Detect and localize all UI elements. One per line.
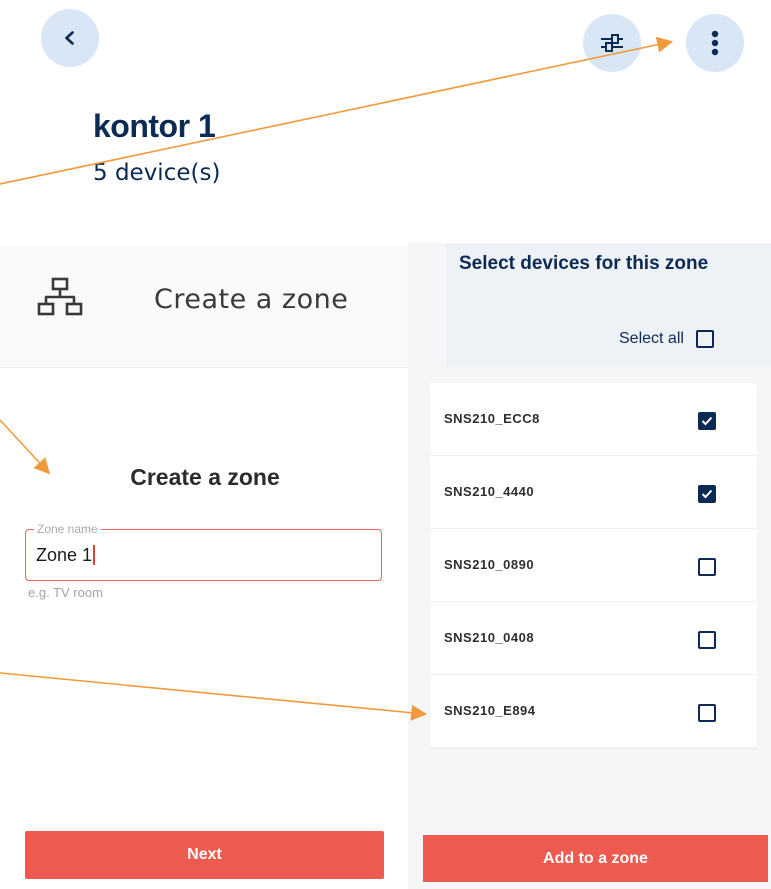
zone-name-hint: e.g. TV room [28, 585, 103, 600]
device-row[interactable]: SNS210_4440 [430, 456, 757, 529]
checkmark-icon [701, 489, 713, 499]
select-all-toggle[interactable]: Select all [619, 330, 714, 348]
device-checkbox[interactable] [698, 631, 716, 649]
create-zone-header-label: Create a zone [154, 284, 349, 315]
page-title: kontor 1 [93, 108, 216, 144]
chevron-left-icon [65, 31, 74, 45]
select-all-checkbox[interactable] [695, 330, 714, 348]
device-checkbox[interactable] [698, 558, 716, 576]
device-list: SNS210_ECC8 SNS210_4440 SNS210_0890 SNS210_… [430, 383, 757, 748]
zone-name-field[interactable]: Zone name Zone 1 [25, 522, 382, 581]
next-button[interactable]: Next [25, 831, 384, 879]
device-row[interactable]: SNS210_ECC8 [430, 383, 757, 456]
add-to-zone-button[interactable]: Add to a zone [423, 835, 768, 882]
select-all-label: Select all [619, 330, 684, 347]
create-zone-header: Create a zone [0, 246, 446, 368]
zone-name-value: Zone 1 [36, 545, 93, 565]
device-checkbox[interactable] [698, 704, 716, 722]
device-name: SNS210_0890 [444, 557, 535, 572]
device-row[interactable]: SNS210_0890 [430, 529, 757, 602]
device-name: SNS210_ECC8 [444, 411, 540, 426]
device-checkbox[interactable] [698, 412, 716, 430]
sliders-icon [601, 34, 623, 52]
select-devices-heading: Select devices for this zone [459, 253, 709, 274]
back-button[interactable] [41, 9, 99, 67]
text-cursor [93, 545, 95, 565]
device-row[interactable]: SNS210_E894 [430, 675, 757, 748]
checkmark-icon [701, 416, 713, 426]
device-name: SNS210_0408 [444, 630, 535, 645]
form-heading: Create a zone [130, 464, 280, 490]
more-options-button[interactable] [686, 14, 744, 72]
device-name: SNS210_4440 [444, 484, 535, 499]
more-vertical-icon [711, 30, 719, 56]
filter-settings-button[interactable] [583, 14, 641, 72]
create-zone-panel: Create a zone Create a zone Zone name Zo… [0, 246, 446, 889]
device-count: 5 device(s) [93, 160, 221, 186]
device-checkbox[interactable] [698, 485, 716, 503]
zone-hierarchy-icon [37, 277, 83, 316]
device-name: SNS210_E894 [444, 703, 536, 718]
device-row[interactable]: SNS210_0408 [430, 602, 757, 675]
zone-name-legend: Zone name [34, 522, 101, 536]
